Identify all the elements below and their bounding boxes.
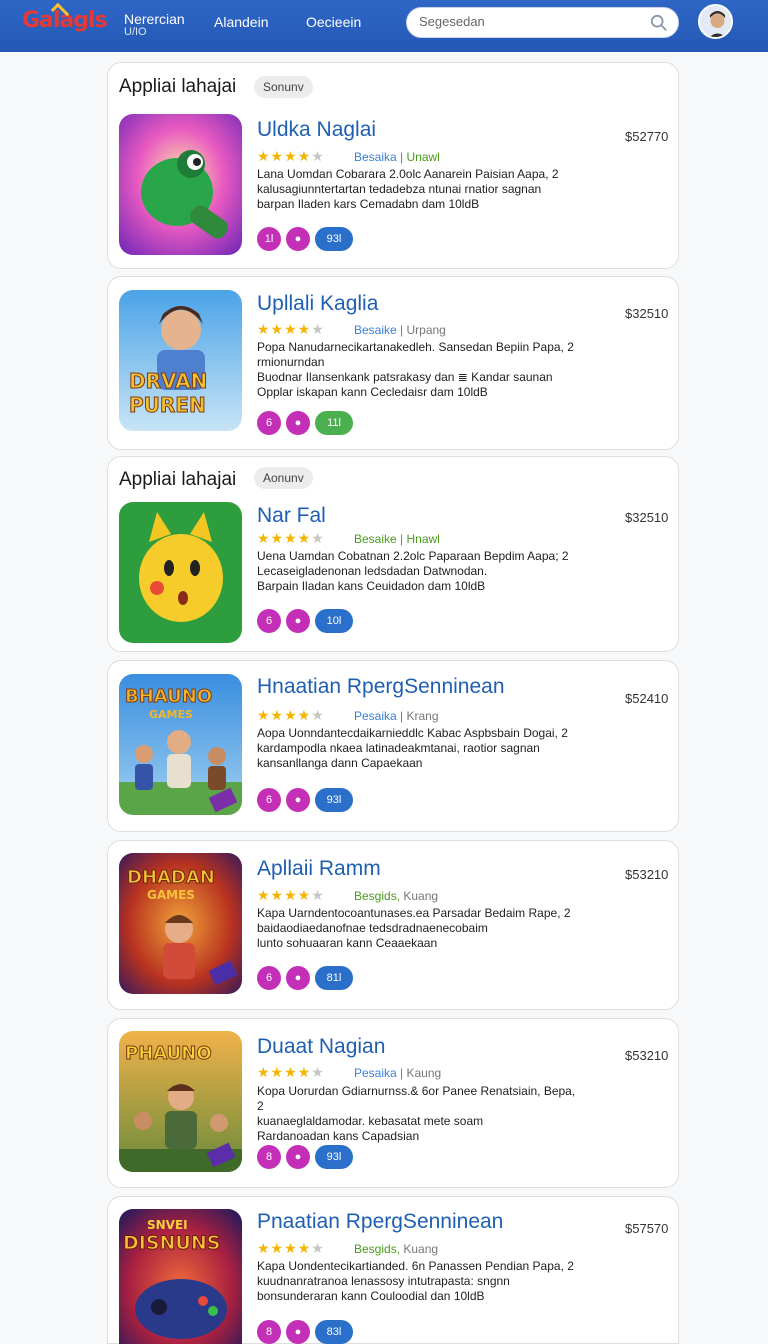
app-price: $53210 — [625, 1048, 669, 1063]
app-thumbnail[interactable]: SNVEI DISNUNS — [119, 1209, 242, 1344]
search-input[interactable] — [419, 14, 639, 29]
count-chip[interactable]: 83l — [315, 1320, 353, 1344]
app-thumbnail[interactable]: DHADAN GAMES — [119, 853, 242, 994]
svg-text:PUREN: PUREN — [129, 393, 206, 417]
like-icon[interactable]: ● — [286, 609, 310, 633]
rating-stars: ★★★★★ — [257, 321, 325, 337]
count-chip[interactable]: 93l — [315, 1145, 353, 1169]
tag-chip[interactable]: 6 — [257, 788, 281, 812]
tag-chip[interactable]: 6 — [257, 411, 281, 435]
section-title: Appliai lahajai — [119, 469, 237, 490]
rating-meta: Pesaika | Krang — [354, 709, 439, 723]
app-description: Lana Uomdan Cobarara 2.0olc Aanarein Pai… — [257, 167, 559, 211]
nav-item-3[interactable]: Oecieein — [306, 14, 361, 30]
app-thumbnail[interactable] — [119, 114, 242, 255]
action-chips: 6 ● 11l — [257, 411, 353, 435]
svg-text:SNVEI: SNVEI — [147, 1218, 188, 1232]
tag-chip[interactable]: 6 — [257, 609, 281, 633]
app-description: Aopa Uonndantecdaikarnieddlc Kabac Aspbs… — [257, 726, 568, 770]
app-price: $53210 — [625, 867, 669, 882]
section-badge[interactable]: Aonunv — [254, 467, 313, 489]
app-title[interactable]: Duaat Nagian — [257, 1035, 385, 1059]
svg-text:PHAUNO: PHAUNO — [125, 1043, 212, 1064]
tag-chip[interactable]: 8 — [257, 1145, 281, 1169]
app-title[interactable]: Pnaatian RpergSenninean — [257, 1210, 503, 1234]
app-price: $52410 — [625, 691, 669, 706]
count-chip[interactable]: 93l — [315, 788, 353, 812]
action-chips: 8 ● 93l — [257, 1145, 353, 1169]
action-chips: 1l ● 93l — [257, 227, 353, 251]
app-title[interactable]: Apllaii Ramm — [257, 857, 381, 881]
count-chip[interactable]: 81l — [315, 966, 353, 990]
rating-stars: ★★★★★ — [257, 887, 325, 903]
app-description: Kapa Uondentecikartianded. 6n Panassen P… — [257, 1259, 574, 1303]
search-box[interactable] — [406, 7, 679, 38]
svg-text:DISNUNS: DISNUNS — [123, 1232, 220, 1254]
svg-text:GAMES: GAMES — [147, 888, 195, 902]
nav-item-2[interactable]: Alandein — [214, 14, 269, 30]
app-description: Kapa Uarndentocoantunases.ea Parsadar Be… — [257, 906, 571, 950]
action-chips: 6 ● 93l — [257, 788, 353, 812]
app-header: Galagls Nerercian U/IO Alandein Oecieein — [0, 0, 768, 52]
tag-chip[interactable]: 8 — [257, 1320, 281, 1344]
app-title[interactable]: Nar Fal — [257, 504, 326, 528]
svg-text:DRVAN: DRVAN — [129, 369, 207, 393]
app-thumbnail[interactable]: PHAUNO — [119, 1031, 242, 1172]
app-title[interactable]: Hnaatian RpergSenninean — [257, 675, 505, 699]
app-thumbnail[interactable]: DRVAN PUREN — [119, 290, 242, 431]
app-price: $32510 — [625, 510, 669, 525]
app-card[interactable]: DHADAN GAMES Apllaii Ramm $53210 ★★★★★ B… — [107, 840, 679, 1010]
like-icon[interactable]: ● — [286, 966, 310, 990]
search-icon[interactable] — [650, 14, 668, 32]
like-icon[interactable]: ● — [286, 227, 310, 251]
app-description: Uena Uamdan Cobatnan 2.2olc Paparaan Bep… — [257, 549, 569, 593]
rating-stars: ★★★★★ — [257, 707, 325, 723]
rating-meta: Besgids, Kuang — [354, 1242, 439, 1256]
tag-chip[interactable]: 6 — [257, 966, 281, 990]
avatar[interactable] — [698, 4, 733, 39]
rating-meta: Besaike | Urpang — [354, 323, 446, 337]
action-chips: 6 ● 10l — [257, 609, 353, 633]
tag-chip[interactable]: 1l — [257, 227, 281, 251]
svg-text:DHADAN: DHADAN — [127, 867, 215, 888]
app-thumbnail[interactable] — [119, 502, 242, 643]
rating-meta: Besgids, Kuang — [354, 889, 439, 903]
app-title[interactable]: Uldka Naglai — [257, 118, 376, 142]
rating-meta: Besaike | Hnawl — [354, 532, 440, 546]
app-price: $32510 — [625, 306, 669, 321]
rating-stars: ★★★★★ — [257, 148, 325, 164]
rating-stars: ★★★★★ — [257, 1240, 325, 1256]
like-icon[interactable]: ● — [286, 411, 310, 435]
section-title: Appliai lahajai — [119, 76, 237, 97]
app-card[interactable]: PHAUNO Duaat Nagian $53210 ★★★★★ Pesaika… — [107, 1018, 679, 1188]
svg-text:GAMES: GAMES — [149, 708, 193, 721]
app-card[interactable]: BHAUNO GAMES Hnaatian RpergSenninean $52… — [107, 660, 679, 832]
app-price: $52770 — [625, 129, 669, 144]
app-thumbnail[interactable]: BHAUNO GAMES — [119, 674, 242, 815]
app-card[interactable]: Appliai lahajai Sonunv Uldka Naglai $527… — [107, 62, 679, 269]
count-chip[interactable]: 11l — [315, 411, 353, 435]
app-title[interactable]: Upllali Kaglia — [257, 292, 378, 316]
count-chip[interactable]: 93l — [315, 227, 353, 251]
rating-stars: ★★★★★ — [257, 1064, 325, 1080]
count-chip[interactable]: 10l — [315, 609, 353, 633]
nav-item-1[interactable]: Nerercian U/IO — [124, 12, 185, 39]
rating-stars: ★★★★★ — [257, 530, 325, 546]
app-card[interactable]: SNVEI DISNUNS Pnaatian RpergSenninean $5… — [107, 1196, 679, 1344]
like-icon[interactable]: ● — [286, 1320, 310, 1344]
svg-text:BHAUNO: BHAUNO — [125, 686, 212, 707]
app-description: Popa Nanudarnecikartanakedleh. Sansedan … — [257, 340, 574, 399]
action-chips: 8 ● 83l — [257, 1320, 353, 1344]
like-icon[interactable]: ● — [286, 1145, 310, 1169]
rating-meta: Pesaika | Kaung — [354, 1066, 442, 1080]
like-icon[interactable]: ● — [286, 788, 310, 812]
app-price: $57570 — [625, 1221, 669, 1236]
app-description: Kopa Uorurdan Gdiarnurnss.& 6or Panee Re… — [257, 1084, 576, 1143]
logo[interactable]: Galagls — [22, 2, 108, 44]
action-chips: 6 ● 81l — [257, 966, 353, 990]
rating-meta: Besaika | Unawl — [354, 150, 440, 164]
app-card[interactable]: Appliai lahajai Aonunv Nar Fal $32510 ★★… — [107, 456, 679, 652]
section-badge[interactable]: Sonunv — [254, 76, 313, 98]
app-card[interactable]: DRVAN PUREN Upllali Kaglia $32510 ★★★★★ … — [107, 276, 679, 450]
